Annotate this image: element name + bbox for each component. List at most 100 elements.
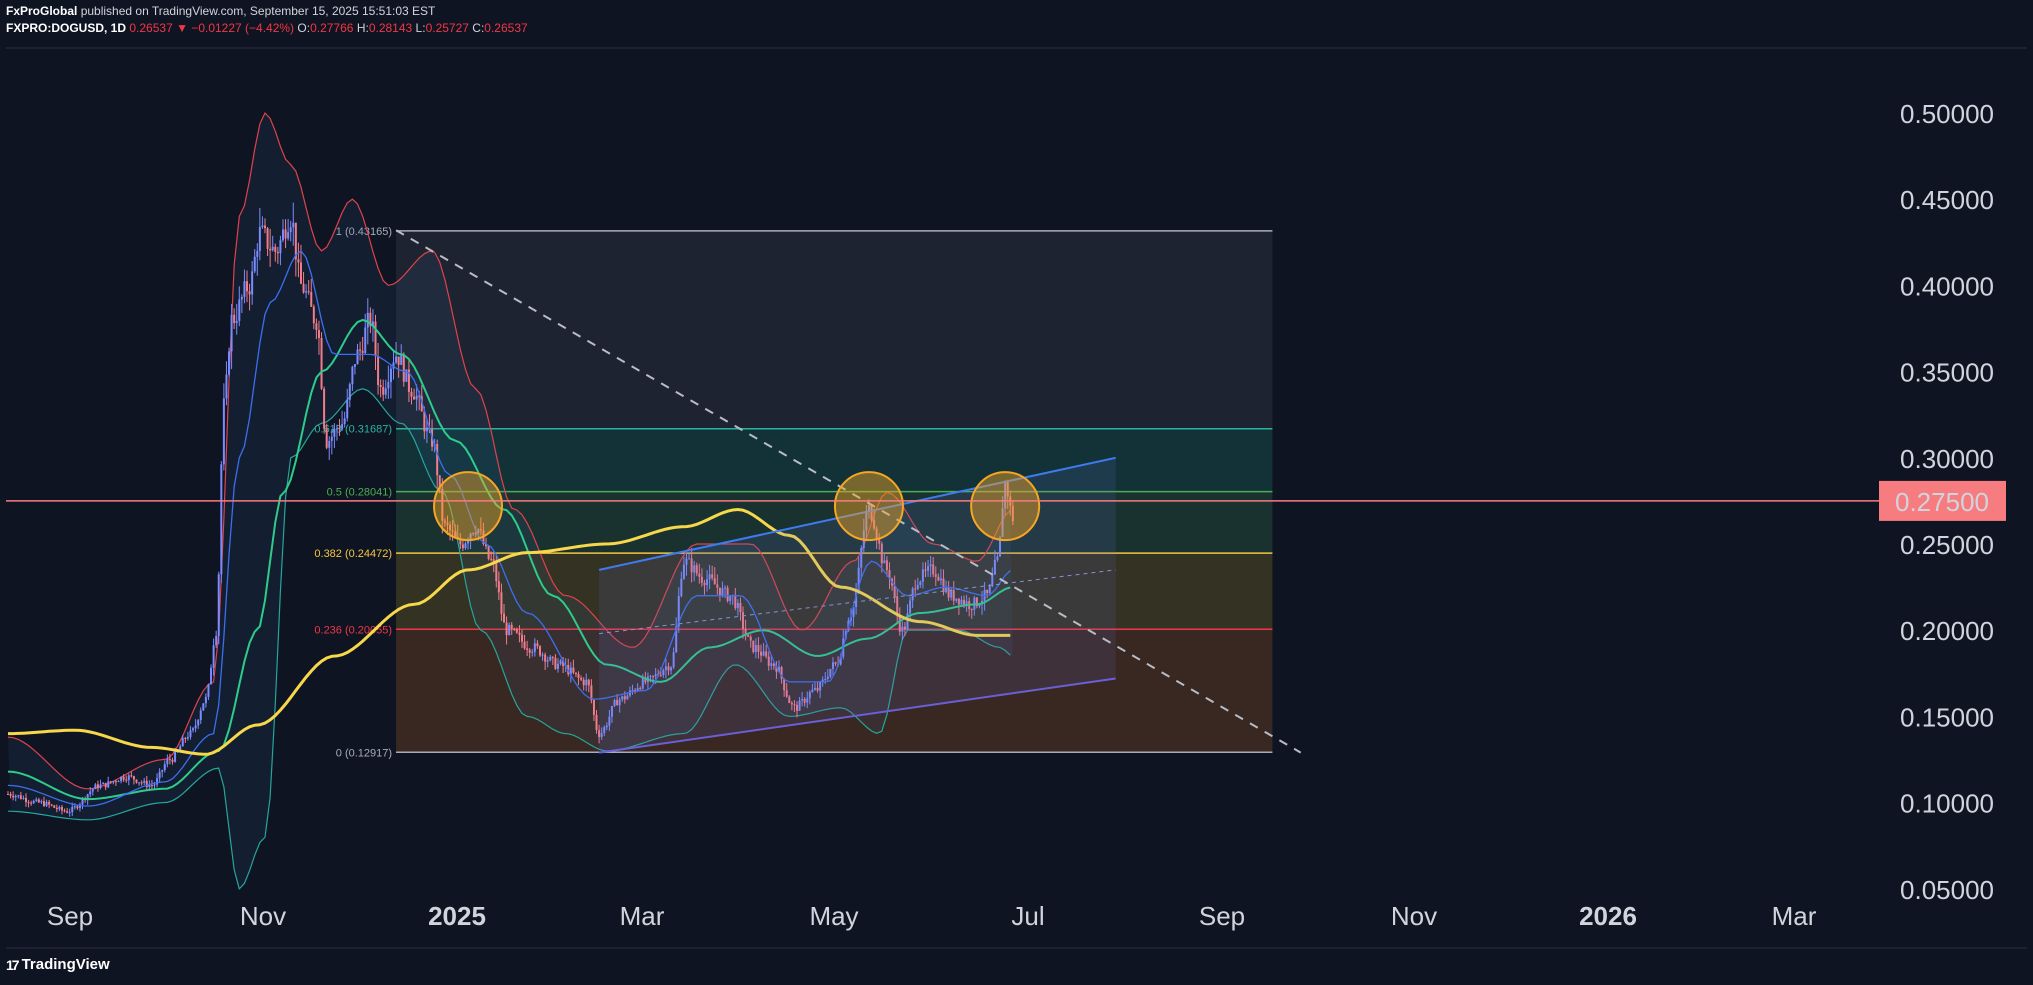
candle-body bbox=[66, 811, 69, 813]
y-tick-6: 0.20000 bbox=[1900, 616, 1994, 646]
candle-body bbox=[500, 592, 503, 614]
candle-body bbox=[22, 797, 25, 799]
candle-body bbox=[279, 240, 282, 254]
candle-body bbox=[351, 366, 354, 385]
candle-body bbox=[102, 782, 105, 785]
candle-body bbox=[400, 355, 403, 365]
candle-body bbox=[317, 330, 320, 339]
y-tick-7: 0.15000 bbox=[1900, 702, 1994, 732]
fib-label-0.5: 0.5 (0.28041) bbox=[327, 487, 392, 499]
candle-body bbox=[521, 634, 523, 642]
candle-body bbox=[243, 281, 246, 297]
y-tick-9: 0.05000 bbox=[1900, 875, 1994, 905]
candle-body bbox=[536, 643, 539, 647]
candle-body bbox=[60, 807, 63, 811]
candle-body bbox=[212, 645, 215, 668]
candle-body bbox=[582, 679, 585, 686]
candle-body bbox=[215, 635, 218, 646]
candle-body bbox=[96, 784, 99, 789]
candle-body bbox=[541, 654, 544, 656]
candle-body bbox=[104, 782, 107, 788]
highlight-circle-1[interactable] bbox=[433, 471, 504, 542]
x-tick-5: Jul bbox=[1011, 901, 1044, 931]
candle-body bbox=[487, 546, 490, 559]
candle-body bbox=[246, 281, 249, 292]
candle-body bbox=[45, 801, 48, 806]
candle-body bbox=[202, 703, 205, 711]
candle-body bbox=[135, 779, 138, 783]
candle-body bbox=[109, 781, 112, 783]
candle-body bbox=[148, 785, 151, 787]
candle-body bbox=[179, 746, 182, 750]
candle-body bbox=[353, 364, 356, 367]
candle-body bbox=[505, 622, 508, 636]
candle-body bbox=[572, 667, 575, 673]
candle-body bbox=[107, 781, 110, 788]
time-axis[interactable]: Sep Nov 2025 Mar May Jul Sep Nov 2026 Mar bbox=[47, 901, 1817, 931]
candle-body bbox=[382, 386, 385, 395]
candle-body bbox=[7, 793, 9, 795]
candle-body bbox=[551, 656, 554, 658]
candle-body bbox=[192, 728, 195, 731]
candle-body bbox=[91, 789, 94, 792]
candle-body bbox=[497, 581, 500, 593]
candle-body bbox=[315, 323, 318, 331]
candle-body bbox=[120, 776, 123, 782]
candle-body bbox=[264, 225, 266, 229]
candle-body bbox=[274, 246, 277, 252]
highlight-circle-3[interactable] bbox=[970, 471, 1041, 542]
candle-body bbox=[335, 428, 338, 430]
candle-body bbox=[495, 562, 498, 582]
price-chart[interactable]: 1 (0.43165)0.618 (0.31687)0.5 (0.28041)0… bbox=[0, 0, 2033, 985]
candle-body bbox=[156, 778, 159, 785]
candle-body bbox=[143, 780, 146, 783]
candle-body bbox=[559, 660, 562, 664]
candle-body bbox=[58, 807, 61, 810]
candle-body bbox=[592, 700, 595, 715]
candle-body bbox=[50, 804, 53, 806]
candle-body bbox=[330, 436, 333, 441]
y-tick-0: 0.50000 bbox=[1900, 99, 1994, 129]
candle-body bbox=[158, 771, 161, 779]
candle-body bbox=[55, 807, 58, 810]
candle-body bbox=[523, 641, 526, 649]
candle-body bbox=[42, 801, 45, 806]
candle-body bbox=[546, 660, 549, 662]
candle-body bbox=[366, 312, 369, 328]
candle-body bbox=[379, 384, 382, 387]
x-tick-6: Sep bbox=[1199, 901, 1245, 931]
candle-body bbox=[305, 291, 308, 293]
candle-body bbox=[338, 428, 341, 430]
candle-body bbox=[425, 427, 428, 432]
candle-body bbox=[248, 291, 251, 295]
x-tick-8: 2026 bbox=[1579, 901, 1637, 931]
candle-body bbox=[320, 338, 323, 389]
y-tick-3: 0.35000 bbox=[1900, 358, 1994, 388]
tradingview-logo-icon: 17 bbox=[6, 956, 20, 973]
candle-body bbox=[528, 649, 531, 653]
candle-body bbox=[395, 356, 398, 363]
candle-body bbox=[9, 794, 12, 796]
candle-body bbox=[544, 654, 547, 662]
candle-body bbox=[181, 738, 184, 747]
candle-body bbox=[328, 440, 331, 448]
candle-body bbox=[503, 613, 506, 623]
candle-body bbox=[289, 227, 292, 233]
candle-body bbox=[343, 418, 346, 425]
highlight-circle-2[interactable] bbox=[833, 471, 904, 542]
candle-body bbox=[256, 250, 259, 257]
candle-body bbox=[574, 672, 577, 675]
candle-body bbox=[310, 292, 313, 307]
candle-body bbox=[117, 781, 120, 783]
y-tick-2: 0.40000 bbox=[1900, 271, 1994, 301]
candle-body bbox=[490, 558, 493, 560]
candle-body bbox=[515, 628, 518, 633]
candle-body bbox=[297, 259, 300, 263]
candle-body bbox=[595, 714, 598, 731]
candle-body bbox=[341, 424, 344, 430]
candle-body bbox=[220, 464, 223, 575]
tradingview-footer[interactable]: 17 TradingView bbox=[6, 956, 110, 973]
candle-body bbox=[32, 800, 35, 804]
candle-body bbox=[24, 797, 27, 803]
candle-body bbox=[217, 574, 220, 636]
